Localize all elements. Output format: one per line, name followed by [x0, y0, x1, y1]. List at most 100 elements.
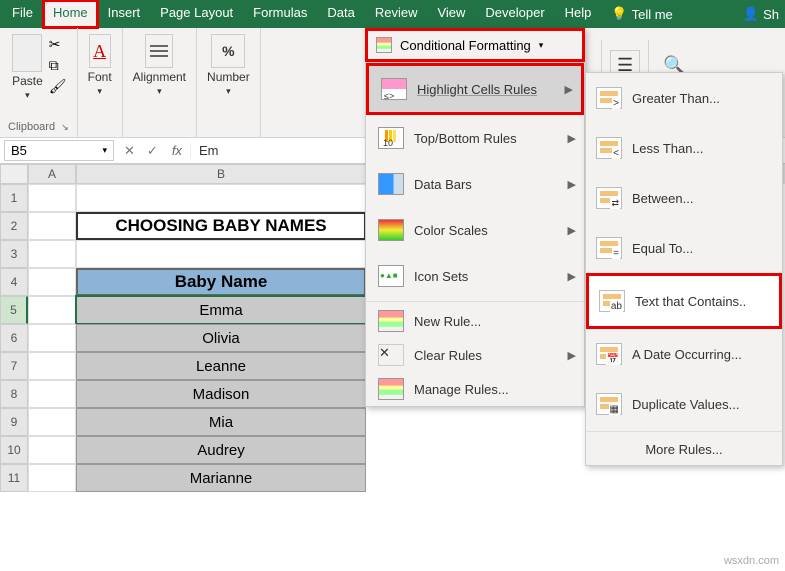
alignment-button[interactable]: Alignment ▾	[131, 32, 188, 99]
menu-manage-rules[interactable]: Manage Rules...	[366, 372, 584, 406]
cell[interactable]: Marianne	[76, 464, 366, 492]
tab-file[interactable]: File	[2, 0, 43, 28]
clear-rules-icon: ✕	[378, 344, 404, 366]
row-header[interactable]: 8	[0, 380, 28, 408]
cell[interactable]: Olivia	[76, 324, 366, 352]
group-font: A Font ▾	[78, 28, 123, 137]
cell[interactable]	[76, 240, 366, 268]
menu-a-date-occurring[interactable]: A Date Occurring...	[586, 329, 782, 379]
equal-to-icon	[596, 237, 622, 259]
tab-data[interactable]: Data	[317, 0, 364, 28]
group-alignment: Alignment ▾	[123, 28, 197, 137]
font-icon: A	[89, 34, 111, 68]
cell[interactable]	[28, 324, 76, 352]
paste-button[interactable]: Paste ▾	[10, 32, 45, 103]
less-than-icon	[596, 137, 622, 159]
tab-insert[interactable]: Insert	[98, 0, 151, 28]
menu-greater-than[interactable]: Greater Than...	[586, 73, 782, 123]
cancel-icon[interactable]: ✕	[118, 143, 141, 159]
menu-clear-rules[interactable]: ✕Clear Rules▶	[366, 338, 584, 372]
cell[interactable]	[76, 184, 366, 212]
tab-view[interactable]: View	[427, 0, 475, 28]
dialog-launcher-icon[interactable]: ↘	[61, 122, 69, 133]
alignment-icon	[145, 34, 173, 68]
cell[interactable]: Madison	[76, 380, 366, 408]
row-header[interactable]: 7	[0, 352, 28, 380]
row-header[interactable]: 10	[0, 436, 28, 464]
cell[interactable]	[28, 352, 76, 380]
tab-home[interactable]: Home	[43, 0, 98, 28]
font-button[interactable]: A Font ▾	[86, 32, 114, 99]
fx-icon[interactable]: fx	[164, 143, 190, 158]
cell[interactable]	[28, 408, 76, 436]
menu-color-scales[interactable]: Color Scales▶	[366, 207, 584, 253]
menu-icon-sets[interactable]: Icon Sets▶	[366, 253, 584, 299]
date-occurring-icon	[596, 343, 622, 365]
col-header-b[interactable]: B	[76, 164, 366, 184]
row-header[interactable]: 11	[0, 464, 28, 492]
tab-developer[interactable]: Developer	[475, 0, 554, 28]
format-painter-icon[interactable]: 🖌	[49, 78, 67, 95]
menu-between[interactable]: Between...	[586, 173, 782, 223]
tab-help[interactable]: Help	[555, 0, 602, 28]
share-button[interactable]: 👤Sh	[737, 0, 785, 28]
conditional-formatting-menu: Conditional Formatting ▾ Highlight Cells…	[365, 28, 585, 407]
cell[interactable]: Audrey	[76, 436, 366, 464]
text-contains-icon	[599, 290, 625, 312]
menu-duplicate-values[interactable]: Duplicate Values...	[586, 379, 782, 429]
enter-icon[interactable]: ✓	[141, 143, 164, 159]
col-header-a[interactable]: A	[28, 164, 76, 184]
row-header[interactable]: 5	[0, 296, 28, 324]
cell-title[interactable]: CHOOSING BABY NAMES	[76, 212, 366, 240]
watermark: wsxdn.com	[724, 555, 779, 567]
cell[interactable]	[28, 240, 76, 268]
copy-icon[interactable]: ⧉	[49, 57, 67, 74]
conditional-formatting-button[interactable]: Conditional Formatting ▾	[365, 28, 585, 62]
chevron-down-icon: ▾	[539, 40, 544, 51]
menu-data-bars[interactable]: Data Bars▶	[366, 161, 584, 207]
cell[interactable]	[28, 464, 76, 492]
highlight-cells-icon	[381, 78, 407, 100]
cell[interactable]: Mia	[76, 408, 366, 436]
menu-text-that-contains[interactable]: Text that Contains..	[586, 273, 782, 329]
data-bars-icon	[378, 173, 404, 195]
row-header[interactable]: 6	[0, 324, 28, 352]
cell[interactable]	[28, 380, 76, 408]
menu-equal-to[interactable]: Equal To...	[586, 223, 782, 273]
percent-icon: %	[211, 34, 245, 68]
menu-highlight-cells-rules[interactable]: Highlight Cells Rules ▶	[366, 63, 584, 115]
menu-more-rules[interactable]: More Rules...	[586, 434, 782, 465]
cut-icon[interactable]: ✂	[49, 36, 67, 53]
lightbulb-icon: 💡	[611, 6, 627, 22]
menu-less-than[interactable]: Less Than...	[586, 123, 782, 173]
greater-than-icon	[596, 87, 622, 109]
row-header[interactable]: 4	[0, 268, 28, 296]
tab-tell-me[interactable]: 💡Tell me	[601, 0, 682, 28]
color-scales-icon	[378, 219, 404, 241]
row-header[interactable]: 1	[0, 184, 28, 212]
cell[interactable]	[28, 296, 76, 324]
submenu-arrow-icon: ▶	[565, 83, 573, 96]
group-label-clipboard: Clipboard	[8, 121, 55, 133]
row-header[interactable]: 2	[0, 212, 28, 240]
top-bottom-icon	[378, 127, 404, 149]
tab-review[interactable]: Review	[365, 0, 428, 28]
tab-page-layout[interactable]: Page Layout	[150, 0, 243, 28]
cell[interactable]: Leanne	[76, 352, 366, 380]
row-header[interactable]: 3	[0, 240, 28, 268]
tab-formulas[interactable]: Formulas	[243, 0, 317, 28]
cell[interactable]	[28, 212, 76, 240]
number-button[interactable]: % Number ▾	[205, 32, 252, 99]
cell[interactable]	[28, 268, 76, 296]
between-icon	[596, 187, 622, 209]
row-header[interactable]: 9	[0, 408, 28, 436]
chevron-down-icon: ▾	[25, 90, 30, 101]
cell[interactable]	[28, 184, 76, 212]
cell-selected[interactable]: Emma	[76, 296, 366, 324]
select-all-corner[interactable]	[0, 164, 28, 184]
cell[interactable]	[28, 436, 76, 464]
cell-header[interactable]: Baby Name	[76, 268, 366, 296]
menu-new-rule[interactable]: New Rule...	[366, 304, 584, 338]
menu-top-bottom-rules[interactable]: Top/Bottom Rules▶	[366, 115, 584, 161]
name-box[interactable]: B5▾	[4, 140, 114, 161]
